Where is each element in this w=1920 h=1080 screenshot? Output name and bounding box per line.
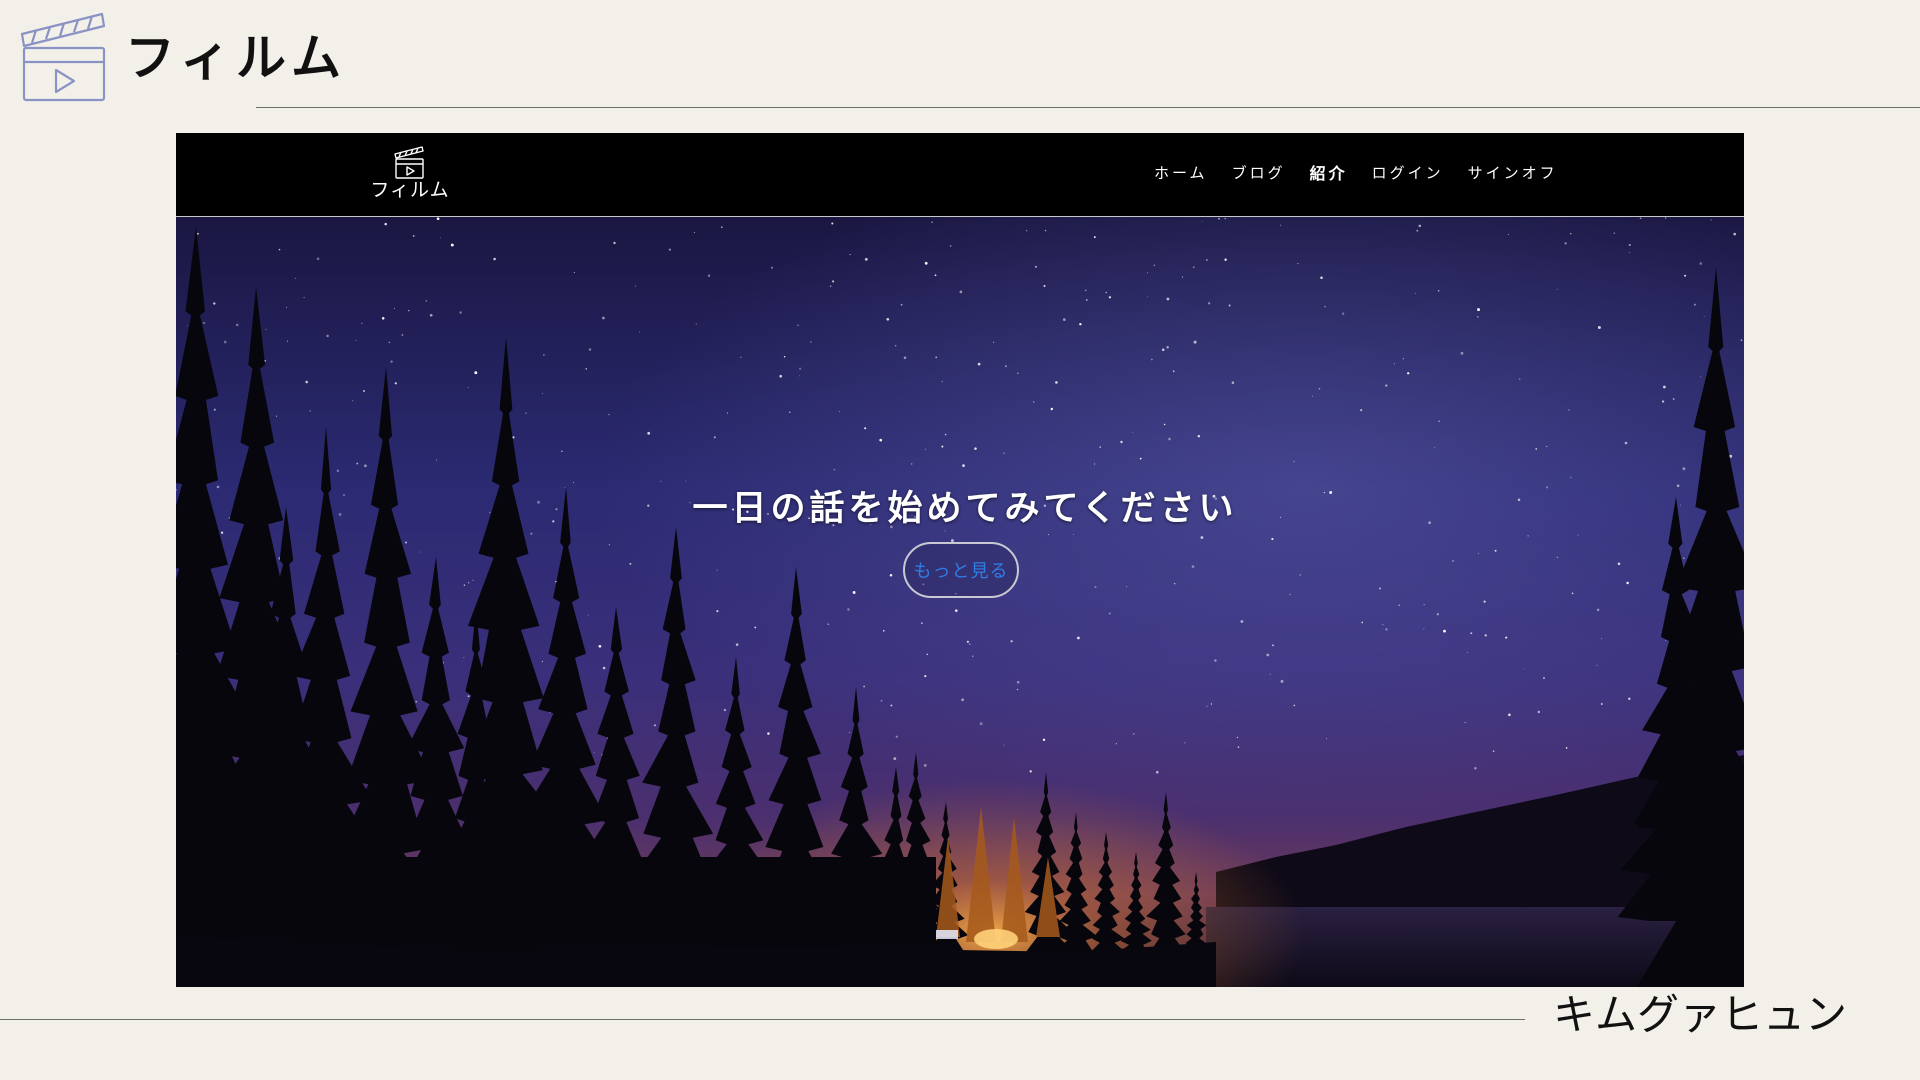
slide-title: フィルム: [125, 29, 347, 87]
nav-menu: ホーム ブログ 紹介 ログイン サインオフ: [1154, 163, 1558, 185]
hero-section: 一日の話を始めてみてください もっと見る: [176, 217, 1744, 987]
site-logo[interactable]: フィルム: [370, 145, 450, 205]
see-more-button[interactable]: もっと見る: [903, 542, 1019, 598]
nav-blog[interactable]: ブログ: [1232, 163, 1286, 185]
clapperboard-icon: [394, 146, 424, 179]
top-divider: [256, 107, 1920, 108]
site-logo-text: フィルム: [370, 179, 450, 201]
nav-about[interactable]: 紹介: [1310, 163, 1348, 185]
hero-heading: 一日の話を始めてみてください: [692, 489, 1238, 529]
nav-home[interactable]: ホーム: [1154, 163, 1208, 185]
nav-signoff[interactable]: サインオフ: [1468, 163, 1558, 185]
website-preview: フィルム ホーム ブログ 紹介 ログイン サインオフ 一日の話を始めてみてくださ…: [176, 133, 1744, 987]
nav-login[interactable]: ログイン: [1372, 163, 1444, 185]
author-name: キムグァヒュン: [1553, 990, 1848, 1039]
site-navbar: フィルム ホーム ブログ 紹介 ログイン サインオフ: [176, 133, 1744, 217]
bottom-divider: [0, 1019, 1525, 1020]
hero-background-image: [176, 217, 1744, 987]
clapperboard-icon: [20, 12, 106, 102]
